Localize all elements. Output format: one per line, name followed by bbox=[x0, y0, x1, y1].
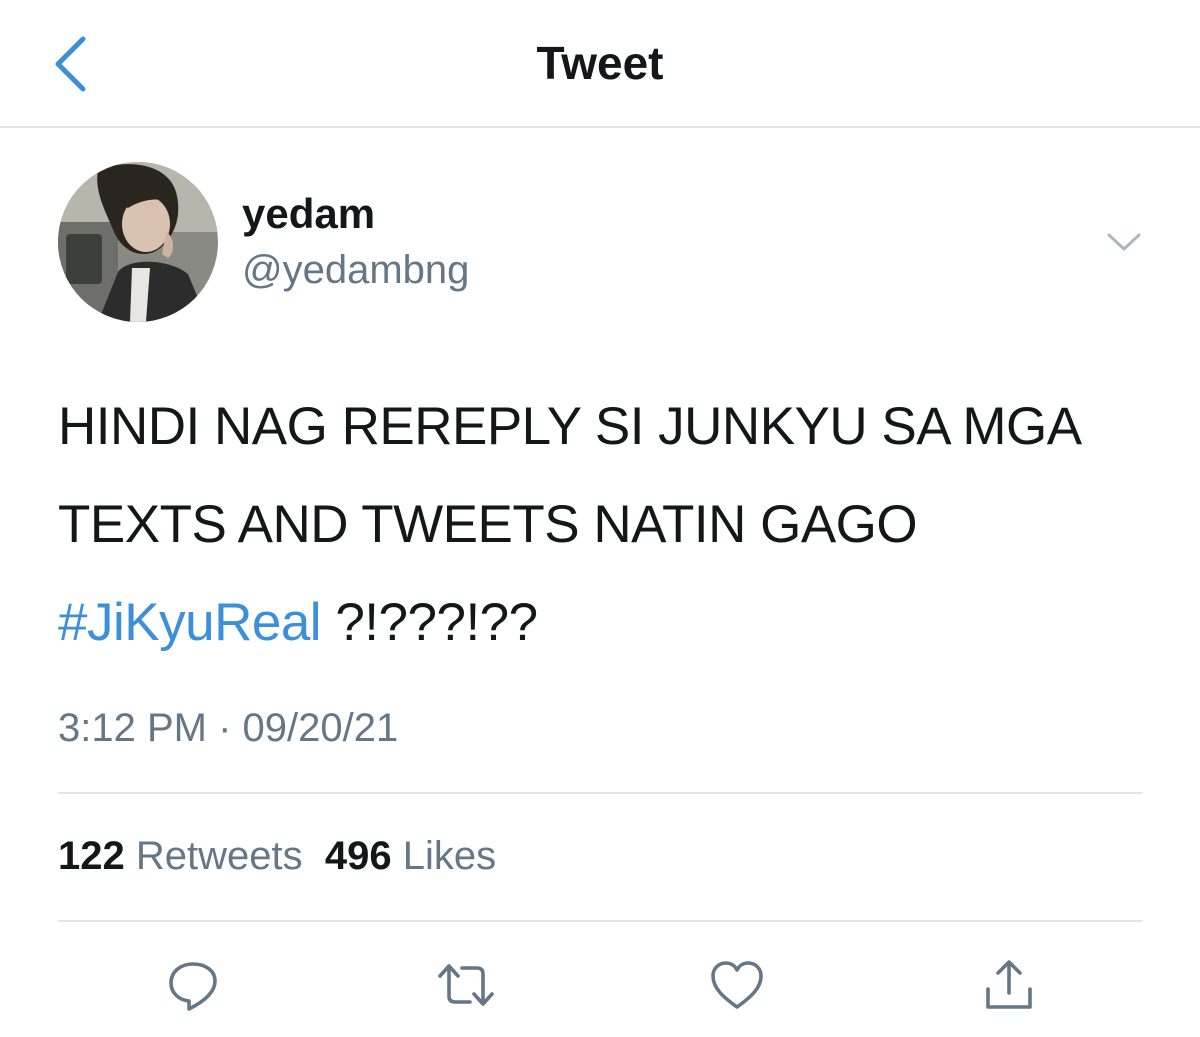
tweet-text-body: HINDI NAG REREPLY SI JUNKYU SA MGA TEXTS… bbox=[58, 397, 1079, 554]
likes-label: Likes bbox=[402, 834, 497, 878]
navigation-header: Tweet bbox=[0, 0, 1200, 128]
heart-icon bbox=[711, 961, 763, 1009]
author-handle[interactable]: @yedambng bbox=[242, 248, 469, 293]
tweet-text: HINDI NAG REREPLY SI JUNKYU SA MGA TEXTS… bbox=[58, 378, 1148, 672]
share-button[interactable] bbox=[979, 955, 1039, 1015]
tweet-text-tail: ?!???!?? bbox=[321, 593, 538, 652]
retweet-button[interactable] bbox=[436, 955, 496, 1015]
retweets-stat[interactable]: 122 Retweets bbox=[58, 834, 303, 878]
divider bbox=[58, 920, 1142, 922]
share-icon bbox=[986, 960, 1032, 1009]
page-title: Tweet bbox=[536, 37, 664, 89]
reply-button[interactable] bbox=[163, 955, 223, 1015]
like-button[interactable] bbox=[707, 955, 767, 1015]
author-display-name[interactable]: yedam bbox=[242, 190, 375, 238]
retweets-label: Retweets bbox=[135, 834, 303, 878]
tweet-detail-screen: Tweet yedam @yedambng HINDI NAG REREPLY … bbox=[0, 0, 1200, 1037]
hashtag-link[interactable]: #JiKyuReal bbox=[58, 593, 322, 652]
divider bbox=[58, 792, 1142, 794]
likes-stat[interactable]: 496 Likes bbox=[325, 834, 496, 878]
tweet-timestamp: 3:12 PM · 09/20/21 bbox=[58, 706, 399, 750]
avatar[interactable] bbox=[58, 162, 218, 322]
profile-photo bbox=[58, 162, 218, 322]
likes-count: 496 bbox=[324, 834, 392, 878]
reply-icon bbox=[169, 962, 217, 1011]
engagement-stats: 122 Retweets 496 Likes bbox=[58, 834, 496, 879]
chevron-down-icon bbox=[1107, 233, 1141, 251]
tweet-menu-button[interactable] bbox=[1102, 222, 1146, 262]
retweets-count: 122 bbox=[58, 834, 125, 878]
retweet-icon bbox=[438, 964, 494, 1006]
